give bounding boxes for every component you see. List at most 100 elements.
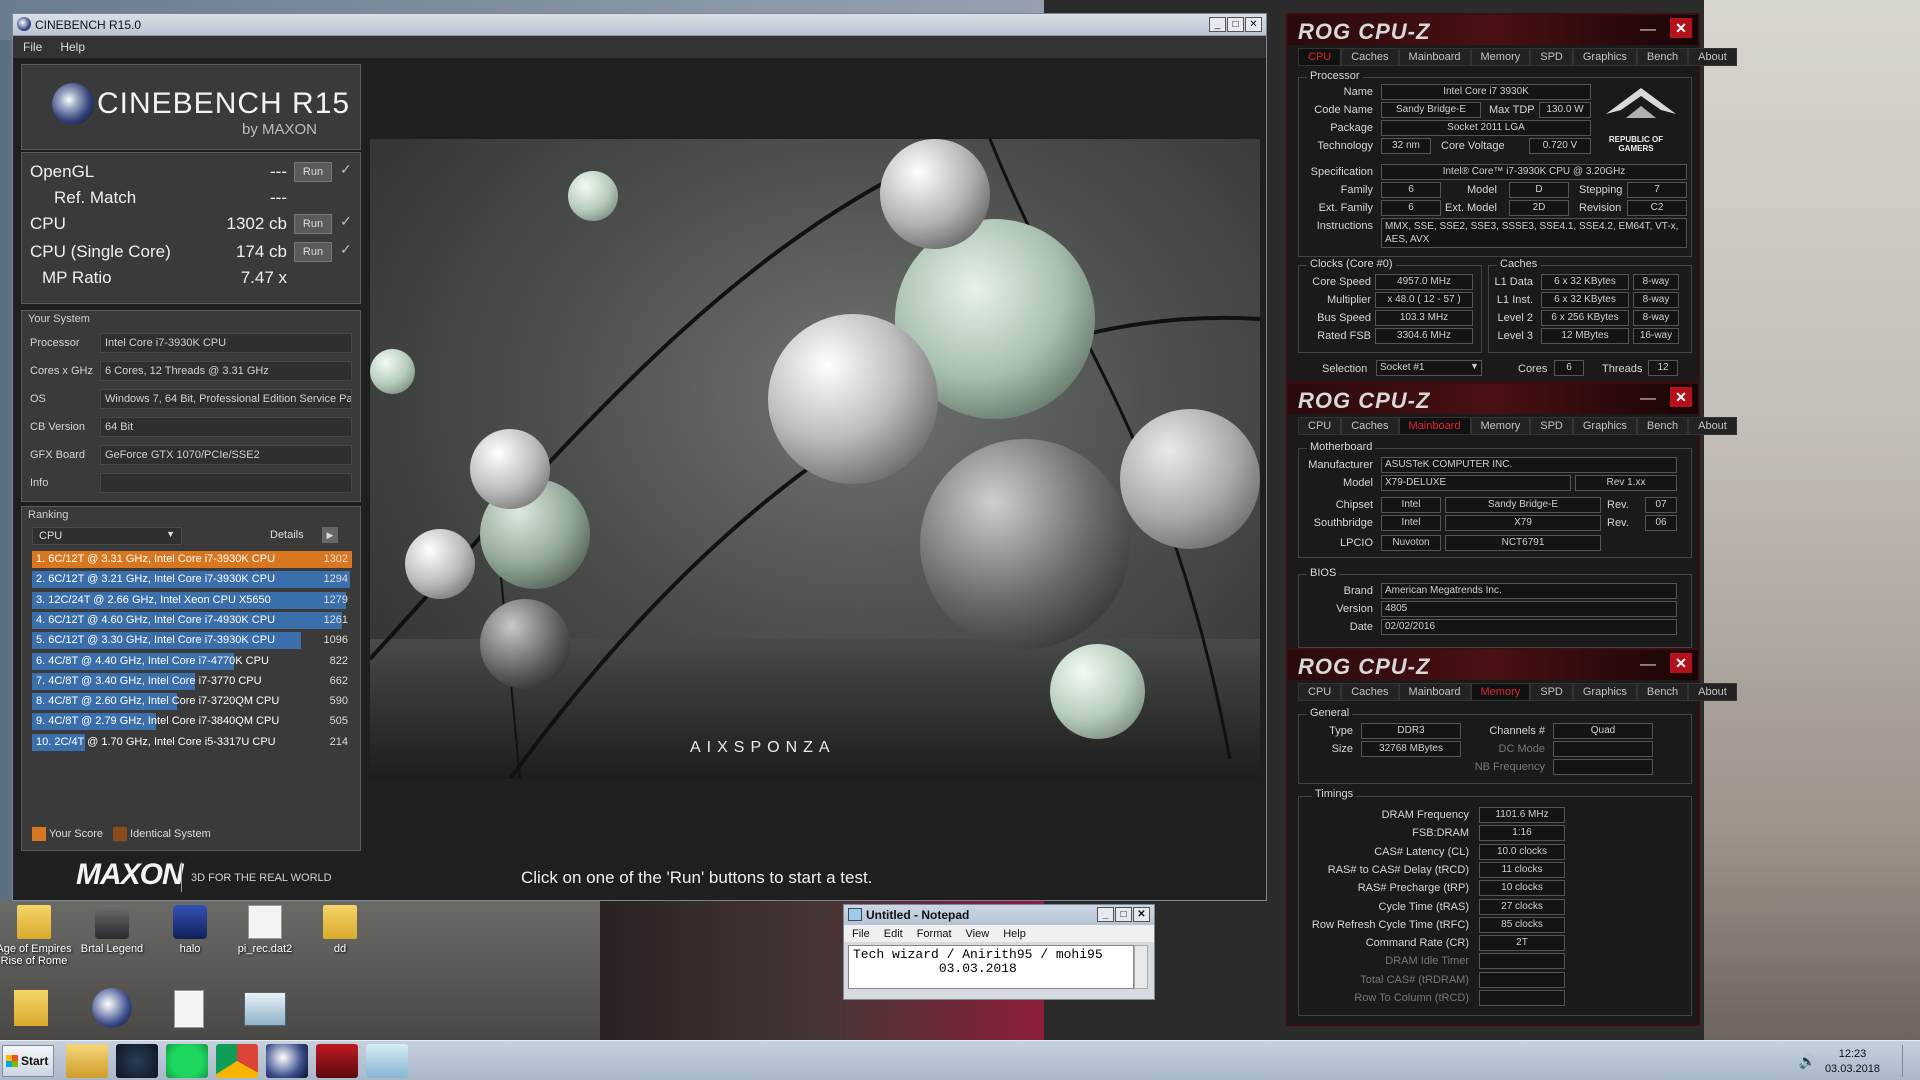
render-credit: AIXSPONZA — [690, 739, 836, 756]
ranking-row[interactable]: 2. 6C/12T @ 3.21 GHz, Intel Core i7-3930… — [32, 571, 352, 589]
tab-bench[interactable]: Bench — [1636, 48, 1689, 66]
ranking-row[interactable]: 9. 4C/8T @ 2.79 GHz, Intel Core i7-3840Q… — [32, 713, 352, 731]
minimize-button[interactable]: _ — [1097, 907, 1114, 922]
ranking-row-label: 3. 12C/24T @ 2.66 GHz, Intel Xeon CPU X5… — [36, 593, 271, 606]
menu-format[interactable]: Format — [917, 928, 952, 940]
tab-about[interactable]: About — [1688, 417, 1737, 435]
system-row: GFX Board GeForce GTX 1070/PCIe/SSE2 — [22, 443, 362, 469]
system-clock[interactable]: 12:23 03.03.2018 — [1825, 1047, 1880, 1077]
tab-graphics[interactable]: Graphics — [1572, 417, 1637, 435]
cinebench-shortcut-icon[interactable] — [92, 988, 132, 1028]
desktop-icon[interactable]: Brtal Legend — [72, 905, 152, 955]
system-row: CB Version 64 Bit — [22, 415, 362, 441]
notepad-scrollbar[interactable] — [1134, 945, 1148, 989]
desktop-icon[interactable]: Age of Empires Rise of Rome — [0, 905, 74, 967]
close-button[interactable]: ✕ — [1245, 17, 1262, 32]
cpu-check-icon[interactable]: ✓ — [340, 213, 352, 230]
tab-memory[interactable]: Memory — [1470, 417, 1531, 435]
ranking-row[interactable]: 8. 4C/8T @ 2.60 GHz, Intel Core i7-3720Q… — [32, 693, 352, 711]
mp-label: MP Ratio — [42, 268, 112, 287]
tab-graphics[interactable]: Graphics — [1572, 48, 1637, 66]
notepad-taskbar-icon[interactable] — [366, 1044, 408, 1078]
folder-icon[interactable] — [14, 990, 48, 1026]
notepad-text-area[interactable]: Tech wizard / Anirith95 / mohi95 03.03.2… — [848, 945, 1134, 989]
cinebench-taskbar-icon[interactable] — [266, 1044, 308, 1078]
menu-file[interactable]: File — [852, 928, 870, 940]
tab-mainboard[interactable]: Mainboard — [1398, 417, 1471, 435]
codename-value: Sandy Bridge-E — [1381, 102, 1481, 118]
tab-caches[interactable]: Caches — [1341, 683, 1399, 701]
minimize-button[interactable]: — — [1640, 21, 1656, 39]
tab-bench[interactable]: Bench — [1636, 683, 1689, 701]
menu-edit[interactable]: Edit — [884, 928, 903, 940]
tab-memory[interactable]: Memory — [1470, 683, 1531, 701]
opengl-run-button[interactable]: Run — [294, 162, 332, 182]
tab-mainboard[interactable]: Mainboard — [1398, 683, 1471, 701]
tab-graphics[interactable]: Graphics — [1572, 683, 1637, 701]
opengl-check-icon[interactable]: ✓ — [340, 161, 352, 178]
steam-taskbar-icon[interactable] — [116, 1044, 158, 1078]
chevron-down-icon[interactable]: ▼ — [1470, 361, 1479, 371]
spotify-taskbar-icon[interactable] — [166, 1044, 208, 1078]
desktop-icon[interactable]: pi_rec.dat2 — [225, 905, 305, 955]
details-arrow-icon[interactable]: ▶ — [322, 527, 338, 543]
tab-spd[interactable]: SPD — [1530, 48, 1573, 66]
volume-icon[interactable]: 🔊 — [1799, 1053, 1816, 1070]
tab-mainboard[interactable]: Mainboard — [1398, 48, 1471, 66]
cpuz-titlebar[interactable]: ROG CPU-Z — ✕ — [1288, 384, 1698, 414]
minimize-button[interactable]: — — [1640, 656, 1656, 674]
close-button[interactable]: ✕ — [1133, 907, 1150, 922]
cpuz-titlebar[interactable]: ROG CPU-Z — ✕ — [1288, 15, 1698, 45]
close-button[interactable]: ✕ — [1670, 387, 1692, 407]
chrome-taskbar-icon[interactable] — [216, 1044, 258, 1078]
ranking-row[interactable]: 10. 2C/4T @ 1.70 GHz, Intel Core i5-3317… — [32, 733, 352, 751]
score-row-cpu: CPU 1302 cb Run ✓ — [22, 211, 362, 237]
minimize-button[interactable]: — — [1640, 390, 1656, 408]
tab-cpu[interactable]: CPU — [1298, 48, 1342, 66]
tab-caches[interactable]: Caches — [1341, 48, 1399, 66]
tab-spd[interactable]: SPD — [1530, 683, 1573, 701]
tab-caches[interactable]: Caches — [1341, 417, 1399, 435]
ranking-row-label: 2. 6C/12T @ 3.21 GHz, Intel Core i7-3930… — [36, 573, 276, 586]
tab-bench[interactable]: Bench — [1636, 417, 1689, 435]
tab-spd[interactable]: SPD — [1530, 417, 1573, 435]
chevron-down-icon: ▼ — [166, 529, 175, 539]
window-app-icon[interactable] — [244, 992, 286, 1026]
menu-help[interactable]: Help — [1003, 928, 1026, 940]
cinebench-logo-name: CINEBENCH R15 — [97, 87, 351, 120]
ranking-row[interactable]: 6. 4C/8T @ 4.40 GHz, Intel Core i7-4770K… — [32, 652, 352, 670]
explorer-taskbar-icon[interactable] — [66, 1044, 108, 1078]
single-run-button[interactable]: Run — [294, 242, 332, 262]
tab-cpu[interactable]: CPU — [1298, 683, 1342, 701]
ranking-row[interactable]: 4. 6C/12T @ 4.60 GHz, Intel Core i7-4930… — [32, 611, 352, 629]
ranking-row[interactable]: 3. 12C/24T @ 2.66 GHz, Intel Xeon CPU X5… — [32, 591, 352, 609]
cinebench-titlebar[interactable]: CINEBENCH R15.0 _ □ ✕ — [13, 14, 1266, 36]
menu-help[interactable]: Help — [60, 40, 85, 54]
notepad-titlebar[interactable]: Untitled - Notepad _ □ ✕ — [844, 905, 1154, 925]
cpuz-taskbar-icon[interactable] — [316, 1044, 358, 1078]
ranking-row[interactable]: 1. 6C/12T @ 3.31 GHz, Intel Core i7-3930… — [32, 551, 352, 568]
tab-about[interactable]: About — [1688, 48, 1737, 66]
selection-dropdown[interactable]: Socket #1 — [1376, 360, 1482, 376]
minimize-button[interactable]: _ — [1209, 17, 1226, 32]
maximize-button[interactable]: □ — [1227, 17, 1244, 32]
tab-cpu[interactable]: CPU — [1298, 417, 1342, 435]
ranking-dropdown[interactable]: CPU ▼ — [32, 527, 182, 545]
cpu-run-button[interactable]: Run — [294, 214, 332, 234]
file-icon[interactable] — [174, 990, 204, 1028]
desktop-icon[interactable]: dd — [300, 905, 380, 955]
info-field[interactable] — [100, 473, 352, 493]
close-button[interactable]: ✕ — [1670, 18, 1692, 38]
close-button[interactable]: ✕ — [1670, 653, 1692, 673]
menu-file[interactable]: File — [23, 40, 42, 54]
ranking-row[interactable]: 7. 4C/8T @ 3.40 GHz, Intel Core i7-3770 … — [32, 672, 352, 690]
ranking-row[interactable]: 5. 6C/12T @ 3.30 GHz, Intel Core i7-3930… — [32, 632, 352, 650]
tab-memory[interactable]: Memory — [1470, 48, 1531, 66]
maximize-button[interactable]: □ — [1115, 907, 1132, 922]
tab-about[interactable]: About — [1688, 683, 1737, 701]
menu-view[interactable]: View — [966, 928, 990, 940]
show-desktop-button[interactable] — [1902, 1045, 1916, 1077]
desktop-icon[interactable]: halo — [150, 905, 230, 955]
cpuz-titlebar[interactable]: ROG CPU-Z — ✕ — [1288, 650, 1698, 680]
single-check-icon[interactable]: ✓ — [340, 241, 352, 258]
